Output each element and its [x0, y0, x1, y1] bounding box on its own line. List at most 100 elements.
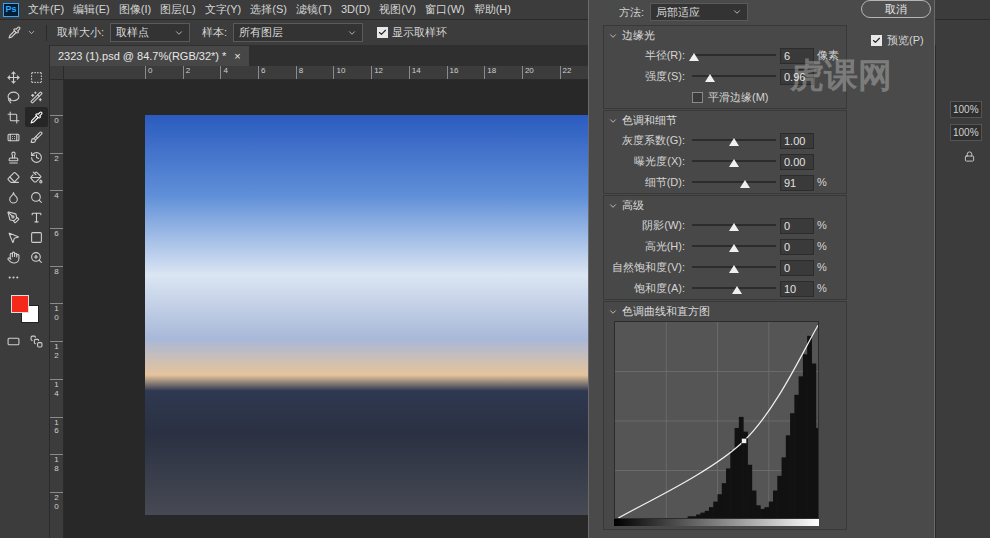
color-swatches[interactable] [9, 293, 41, 325]
value-field[interactable]: 91 [780, 175, 814, 191]
menu-item[interactable]: 文件(F) [28, 1, 64, 18]
tool-button[interactable] [2, 267, 25, 287]
tool-button[interactable] [25, 107, 48, 127]
tool-button[interactable] [25, 147, 48, 167]
expand-chevron-icon[interactable] [608, 307, 618, 317]
section-header[interactable]: 边缘光 [604, 26, 846, 45]
photo[interactable] [145, 115, 590, 515]
slider-label: 自然饱和度(V): [606, 259, 688, 276]
curve-histogram-chart[interactable] [614, 321, 819, 519]
section-header[interactable]: 色调和细节 [604, 111, 846, 130]
curve-point[interactable] [818, 321, 820, 325]
slider[interactable] [692, 262, 776, 274]
tone-curve[interactable] [615, 322, 819, 519]
menu-item[interactable]: 视图(V) [379, 1, 416, 18]
tool-button[interactable] [25, 67, 48, 87]
close-tab-button[interactable]: × [234, 48, 240, 65]
tool-preset-arrow-icon[interactable] [27, 28, 36, 37]
slider[interactable] [692, 220, 776, 232]
tool-button[interactable] [25, 187, 48, 207]
histogram-bar [782, 457, 787, 519]
slider-thumb-icon[interactable] [740, 180, 750, 188]
quick-mask-icon[interactable] [7, 335, 20, 348]
slider-thumb-icon[interactable] [729, 265, 739, 273]
ruler-label: 12 [53, 343, 61, 379]
tool-button[interactable] [2, 167, 25, 187]
expand-chevron-icon[interactable] [608, 201, 618, 211]
value-field[interactable]: 10 [780, 281, 814, 297]
value-field[interactable]: 6 [780, 48, 814, 64]
cancel-button[interactable]: 取消 [861, 0, 931, 18]
tool-button[interactable] [2, 87, 25, 107]
curve-point[interactable] [742, 438, 747, 443]
tool-button[interactable] [2, 127, 25, 147]
dialog-section: 色调曲线和直方图 [603, 301, 847, 530]
screen-mode-icon[interactable] [30, 335, 43, 348]
foreground-color-swatch[interactable] [11, 295, 29, 313]
opacity-field[interactable]: 100% [950, 124, 982, 141]
menu-item[interactable]: 图层(L) [160, 1, 195, 18]
slider-thumb-icon[interactable] [729, 223, 739, 231]
slider[interactable] [692, 241, 776, 253]
menu-item[interactable]: 3D(D) [341, 1, 370, 18]
tool-button[interactable] [2, 187, 25, 207]
preview-checkbox[interactable] [871, 35, 882, 46]
lock-icon[interactable] [964, 151, 975, 162]
slider[interactable] [692, 71, 776, 83]
menu-item[interactable]: 编辑(E) [73, 1, 110, 18]
tool-button[interactable] [2, 107, 25, 127]
value-field[interactable]: 0.96 [780, 69, 814, 85]
tool-button[interactable] [25, 87, 48, 107]
tool-button[interactable] [25, 247, 48, 267]
menu-item[interactable]: 文字(Y) [205, 1, 242, 18]
tool-button[interactable] [2, 207, 25, 227]
value-field[interactable]: 0 [780, 218, 814, 234]
value-field[interactable]: 0 [780, 260, 814, 276]
slider-thumb-icon[interactable] [689, 53, 699, 61]
expand-chevron-icon[interactable] [608, 116, 618, 126]
menu-item[interactable]: 帮助(H) [474, 1, 511, 18]
document-tab[interactable]: 2323 (1).psd @ 84.7%(RGB/32*) *× [50, 46, 249, 66]
section-header[interactable]: 色调曲线和直方图 [604, 302, 846, 321]
slider[interactable] [692, 135, 776, 147]
smooth-edges-checkbox[interactable] [692, 92, 703, 103]
eyedropper-icon[interactable] [8, 26, 21, 39]
sample-dropdown[interactable]: 所有图层 [233, 23, 363, 42]
section-header[interactable]: 高级 [604, 196, 846, 215]
slider-thumb-icon[interactable] [705, 74, 715, 82]
slider[interactable] [692, 283, 776, 295]
tool-button[interactable] [25, 207, 48, 227]
menu-item[interactable]: 图像(I) [119, 1, 151, 18]
pen-icon [7, 211, 20, 224]
gradient-icon [30, 171, 43, 184]
menu-item[interactable]: 窗口(W) [425, 1, 465, 18]
tool-button[interactable] [25, 127, 48, 147]
checkbox-row[interactable]: 平滑边缘(M) [604, 87, 846, 108]
value-field[interactable]: 1.00 [780, 133, 814, 149]
tool-button[interactable] [2, 67, 25, 87]
sample-size-dropdown[interactable]: 取样点 [110, 23, 190, 42]
slider-thumb-icon[interactable] [732, 286, 742, 294]
slider-thumb-icon[interactable] [729, 244, 739, 252]
tool-button[interactable] [2, 247, 25, 267]
tool-button[interactable] [2, 147, 25, 167]
photoshop-window: Ps文件(F)编辑(E)图像(I)图层(L)文字(Y)选择(S)滤镜(T)3D(… [0, 0, 990, 538]
slider[interactable] [692, 177, 776, 189]
slider-thumb-icon[interactable] [729, 159, 739, 167]
slider-row: 细节(D):91% [604, 172, 846, 193]
histogram-bar [769, 502, 774, 519]
value-field[interactable]: 0 [780, 239, 814, 255]
method-dropdown[interactable]: 局部适应 [650, 3, 748, 22]
tool-button[interactable] [25, 227, 48, 247]
menu-item[interactable]: 滤镜(T) [296, 1, 332, 18]
opacity-field[interactable]: 100% [950, 101, 982, 118]
slider[interactable] [692, 50, 776, 62]
value-field[interactable]: 0.00 [780, 154, 814, 170]
slider[interactable] [692, 156, 776, 168]
show-ring-checkbox[interactable] [377, 27, 388, 38]
slider-thumb-icon[interactable] [729, 138, 739, 146]
expand-chevron-icon[interactable] [608, 31, 618, 41]
menu-item[interactable]: 选择(S) [250, 1, 287, 18]
tool-button[interactable] [25, 167, 48, 187]
tool-button[interactable] [2, 227, 25, 247]
